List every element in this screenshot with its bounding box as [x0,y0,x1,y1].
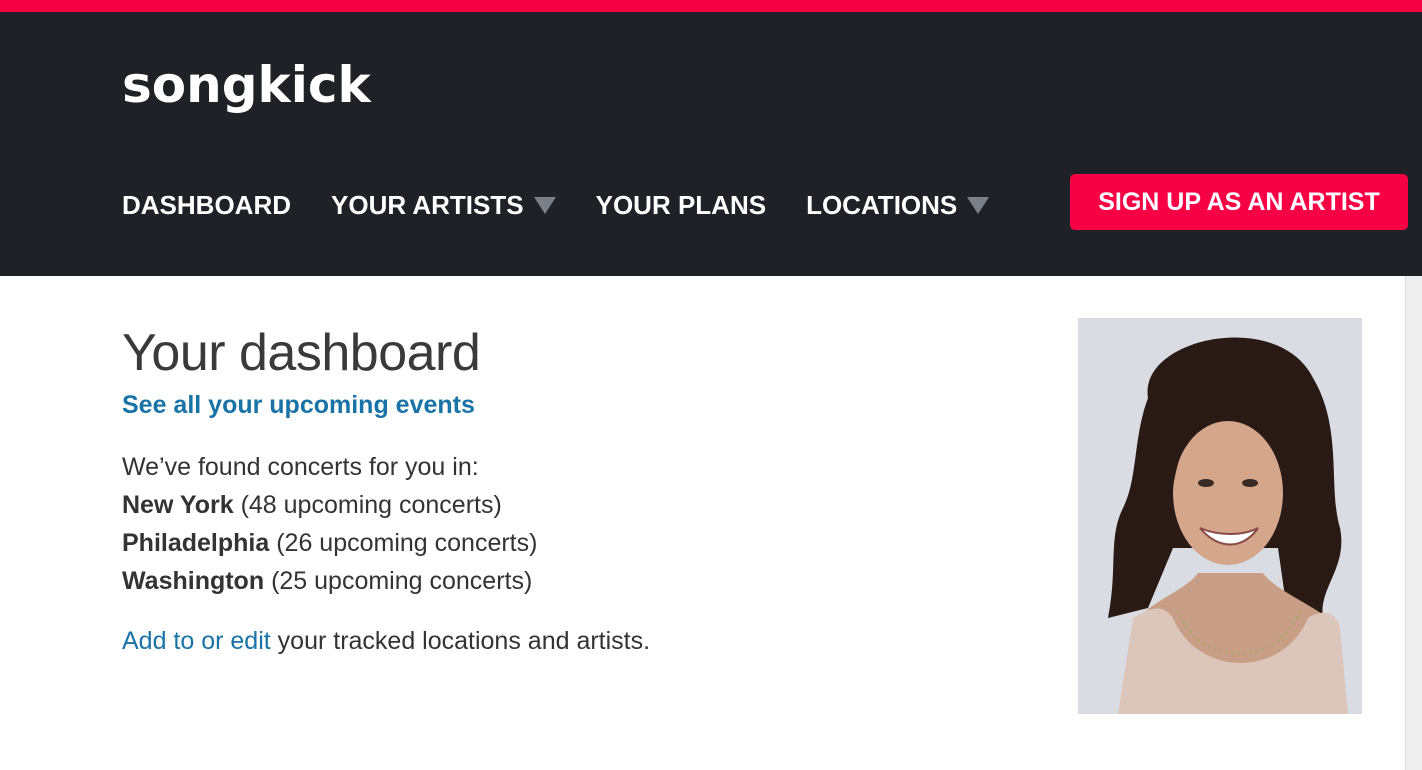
location-item: New York (48 upcoming concerts) [122,486,1022,524]
page-scrollbar[interactable] [1405,276,1422,770]
site-header: songkick DASHBOARD YOUR ARTISTS YOUR PLA… [0,12,1422,276]
nav-item-label: LOCATIONS [806,190,958,220]
nav-item-your-plans[interactable]: YOUR PLANS [596,190,766,220]
songkick-logo[interactable]: songkick [122,60,371,110]
caret-down-icon [533,196,556,214]
nav-item-label: YOUR PLANS [595,190,767,220]
caret-down-icon [967,196,990,214]
location-count: (25 upcoming concerts) [271,567,533,595]
location-city[interactable]: New York [122,491,234,519]
nav-item-dashboard[interactable]: DASHBOARD [122,190,291,220]
upcoming-events-link[interactable]: See all your upcoming events [122,390,1022,420]
nav-item-label: YOUR ARTISTS [331,190,524,220]
page-title: Your dashboard [122,324,481,382]
location-count: (48 upcoming concerts) [240,491,502,519]
dashboard-content: Your dashboard See all your upcoming eve… [122,322,1022,658]
user-photo-icon [1078,318,1362,714]
sign-up-artist-button[interactable]: SIGN UP AS AN ARTIST [1070,174,1408,230]
location-city[interactable]: Philadelphia [122,529,269,557]
location-item: Washington (25 upcoming concerts) [122,562,1022,600]
found-concerts-text: We’ve found concerts for you in: [122,453,479,481]
location-count: (26 upcoming concerts) [276,529,538,557]
edit-tracking-line: Add to or edit your tracked locations an… [122,624,1022,658]
nav-item-locations[interactable]: LOCATIONS [806,190,990,220]
main-nav: DASHBOARD YOUR ARTISTS YOUR PLANS LOCATI… [122,190,1029,220]
edit-tracking-link[interactable]: Add to or edit [122,627,271,655]
location-item: Philadelphia (26 upcoming concerts) [122,524,1022,562]
edit-tracking-text: your tracked locations and artists. [270,627,651,655]
nav-item-label: DASHBOARD [122,190,291,220]
user-photo [1078,318,1362,714]
nav-item-your-artists[interactable]: YOUR ARTISTS [331,190,556,220]
location-city[interactable]: Washington [122,567,264,595]
top-accent-bar [0,0,1422,12]
